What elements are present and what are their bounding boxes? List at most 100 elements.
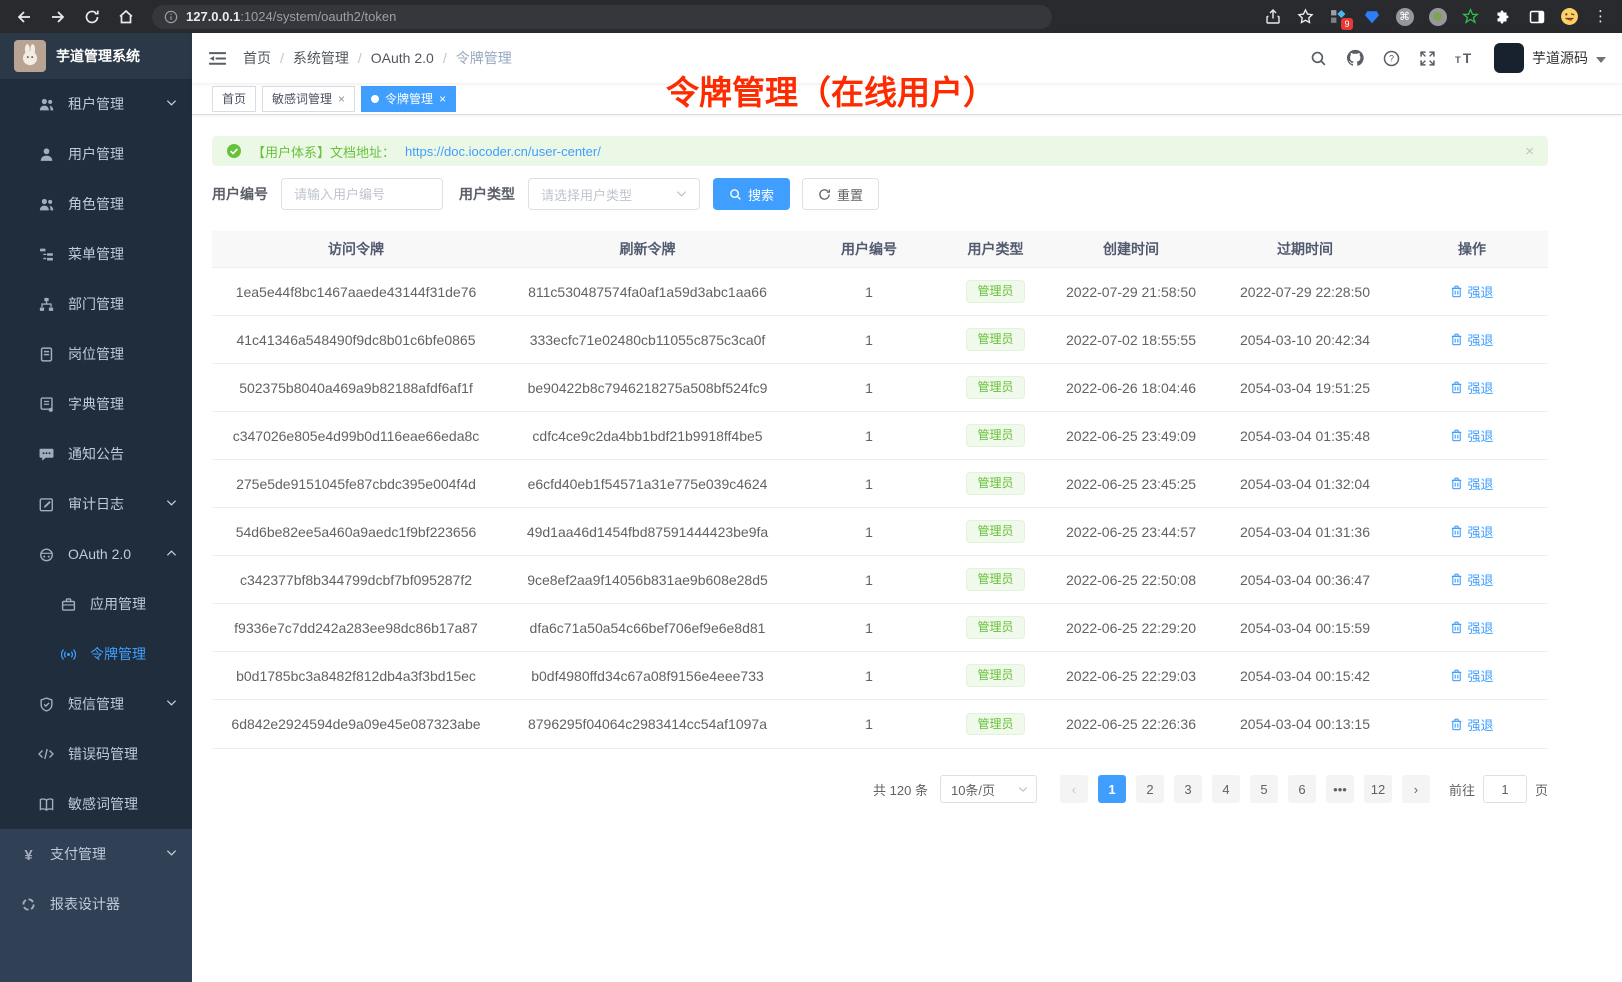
sidebar-item-role[interactable]: 角色管理 — [0, 179, 192, 229]
font-size-icon[interactable]: TT — [1455, 50, 1475, 67]
tab-close-icon[interactable]: × — [338, 93, 345, 105]
user-icon — [38, 147, 54, 162]
user-type-select[interactable]: 请选择用户类型 — [528, 178, 700, 210]
page-number-button[interactable]: 3 — [1174, 775, 1202, 803]
tab-label: 令牌管理 — [385, 90, 433, 107]
chevron-down-icon — [166, 849, 176, 859]
page-ellipsis-button[interactable]: ••• — [1326, 775, 1354, 803]
force-logout-button[interactable]: 强退 — [1450, 715, 1493, 734]
sidebar-item-oauth2-token[interactable]: 令牌管理 — [0, 629, 192, 679]
user-type-cell: 管理员 — [943, 664, 1048, 686]
github-icon[interactable] — [1346, 49, 1364, 67]
sidebar-item-user[interactable]: 用户管理 — [0, 129, 192, 179]
next-page-button[interactable]: › — [1402, 775, 1430, 803]
page-number-button[interactable]: 6 — [1288, 775, 1316, 803]
breadcrumb-item[interactable]: OAuth 2.0 — [371, 50, 434, 66]
refresh-token-cell: dfa6c71a50a54c66bef706ef9e6e8d81 — [500, 620, 795, 636]
access-token-cell: 6d842e2924594de9a09e45e087323abe — [212, 716, 500, 732]
browser-forward-button[interactable] — [44, 3, 72, 31]
page-number-button[interactable]: 5 — [1250, 775, 1278, 803]
sidebar-item-menu[interactable]: 菜单管理 — [0, 229, 192, 279]
page-number-button[interactable]: 12 — [1364, 775, 1392, 803]
page-number-button[interactable]: 2 — [1136, 775, 1164, 803]
extension-record-icon[interactable] — [1428, 7, 1447, 26]
sidebar-collapse-button[interactable] — [208, 50, 227, 67]
force-logout-button[interactable]: 强退 — [1450, 570, 1493, 589]
column-header: 用户类型 — [943, 239, 1048, 259]
browser-toolbar: 127.0.0.1:1024/system/oauth2/token 9 ⌘ — [0, 0, 1622, 33]
user-menu[interactable]: 芋道源码 — [1494, 43, 1606, 73]
browser-home-button[interactable] — [112, 3, 140, 31]
sidebar-item-tenant[interactable]: 租户管理 — [0, 79, 192, 129]
browser-reload-button[interactable] — [78, 3, 106, 31]
bookmark-star-icon[interactable] — [1296, 7, 1315, 26]
tab-令牌管理[interactable]: 令牌管理 × — [361, 86, 456, 112]
trash-icon — [1450, 477, 1463, 490]
profile-emoji-icon[interactable] — [1560, 7, 1579, 26]
site-info-icon[interactable] — [164, 10, 178, 24]
page-size-select[interactable]: 10条/页 — [940, 775, 1037, 803]
extension-green-star-icon[interactable] — [1461, 7, 1480, 26]
fullscreen-icon[interactable] — [1419, 50, 1436, 67]
sidebar-item-sms[interactable]: 短信管理 — [0, 679, 192, 729]
extension-command-icon[interactable]: ⌘ — [1395, 7, 1414, 26]
sidebar-item-report-designer[interactable]: 报表设计器 — [0, 879, 192, 929]
extension-tampermonkey-icon[interactable]: 9 — [1329, 7, 1348, 26]
share-icon[interactable] — [1263, 7, 1282, 26]
browser-back-button[interactable] — [10, 3, 38, 31]
header-search-icon[interactable] — [1310, 50, 1327, 67]
force-logout-button[interactable]: 强退 — [1450, 426, 1493, 445]
help-icon[interactable]: ? — [1383, 50, 1400, 67]
user-id-input[interactable] — [281, 178, 443, 210]
access-token-cell: f9336e7c7dd242a283ee98dc86b17a87 — [212, 620, 500, 636]
breadcrumb-item[interactable]: 首页 — [243, 48, 271, 68]
alert-close-icon[interactable]: × — [1525, 144, 1534, 159]
browser-menu-icon[interactable]: ⋮ — [1593, 9, 1608, 24]
sidebar-item-payment[interactable]: ¥支付管理 — [0, 829, 192, 879]
prev-page-button[interactable]: ‹ — [1060, 775, 1088, 803]
sidebar-item-error-code[interactable]: 错误码管理 — [0, 729, 192, 779]
force-logout-button[interactable]: 强退 — [1450, 330, 1493, 349]
search-button[interactable]: 搜索 — [713, 178, 790, 210]
trash-icon — [1450, 573, 1463, 586]
doc-link[interactable]: https://doc.iocoder.cn/user-center/ — [405, 144, 601, 159]
hamburger-icon — [208, 50, 227, 67]
address-bar[interactable]: 127.0.0.1:1024/system/oauth2/token — [152, 5, 1052, 29]
table-row: c347026e805e4d99b0d116eae66eda8ccdfc4ce9… — [212, 412, 1548, 460]
sidebar-item-notice[interactable]: 通知公告 — [0, 429, 192, 479]
sidebar-item-dept[interactable]: 部门管理 — [0, 279, 192, 329]
sidebar-item-sensitive-word[interactable]: 敏感词管理 — [0, 779, 192, 829]
force-logout-button[interactable]: 强退 — [1450, 666, 1493, 685]
page-number-button[interactable]: 1 — [1098, 775, 1126, 803]
user-id-cell: 1 — [795, 572, 943, 588]
action-cell: 强退 — [1396, 522, 1548, 541]
sidebar-item-post[interactable]: 岗位管理 — [0, 329, 192, 379]
action-cell: 强退 — [1396, 282, 1548, 301]
sidebar-panel-icon[interactable] — [1527, 7, 1546, 26]
force-logout-button[interactable]: 强退 — [1450, 522, 1493, 541]
force-logout-button[interactable]: 强退 — [1450, 378, 1493, 397]
sidebar-item-dict[interactable]: 字典管理 — [0, 379, 192, 429]
force-logout-button[interactable]: 强退 — [1450, 474, 1493, 493]
breadcrumb-item[interactable]: 系统管理 — [293, 48, 349, 68]
user-type-badge: 管理员 — [966, 664, 1024, 686]
page-number-button[interactable]: 4 — [1212, 775, 1240, 803]
sidebar-item-oauth2[interactable]: OAuth 2.0 — [0, 529, 192, 579]
tab-敏感词管理[interactable]: 敏感词管理× — [262, 86, 355, 112]
action-cell: 强退 — [1396, 666, 1548, 685]
tab-close-icon[interactable]: × — [439, 93, 446, 105]
svg-text:¥: ¥ — [24, 847, 33, 862]
extension-gem-icon[interactable] — [1362, 7, 1381, 26]
sidebar-item-oauth2-app[interactable]: 应用管理 — [0, 579, 192, 629]
force-logout-button[interactable]: 强退 — [1450, 282, 1493, 301]
goto-page-input[interactable] — [1483, 775, 1527, 803]
sidebar-item-label: 报表设计器 — [50, 894, 120, 914]
reset-button[interactable]: 重置 — [802, 178, 879, 210]
extensions-puzzle-icon[interactable] — [1494, 7, 1513, 26]
red-annotation-text: 令牌管理（在线用户） — [666, 66, 996, 114]
force-logout-button[interactable]: 强退 — [1450, 618, 1493, 637]
tab-首页[interactable]: 首页 — [212, 86, 256, 112]
sidebar-item-audit-log[interactable]: 审计日志 — [0, 479, 192, 529]
app-logo-bar[interactable]: 芋道管理系统 — [0, 33, 192, 79]
user-type-badge: 管理员 — [966, 713, 1024, 735]
